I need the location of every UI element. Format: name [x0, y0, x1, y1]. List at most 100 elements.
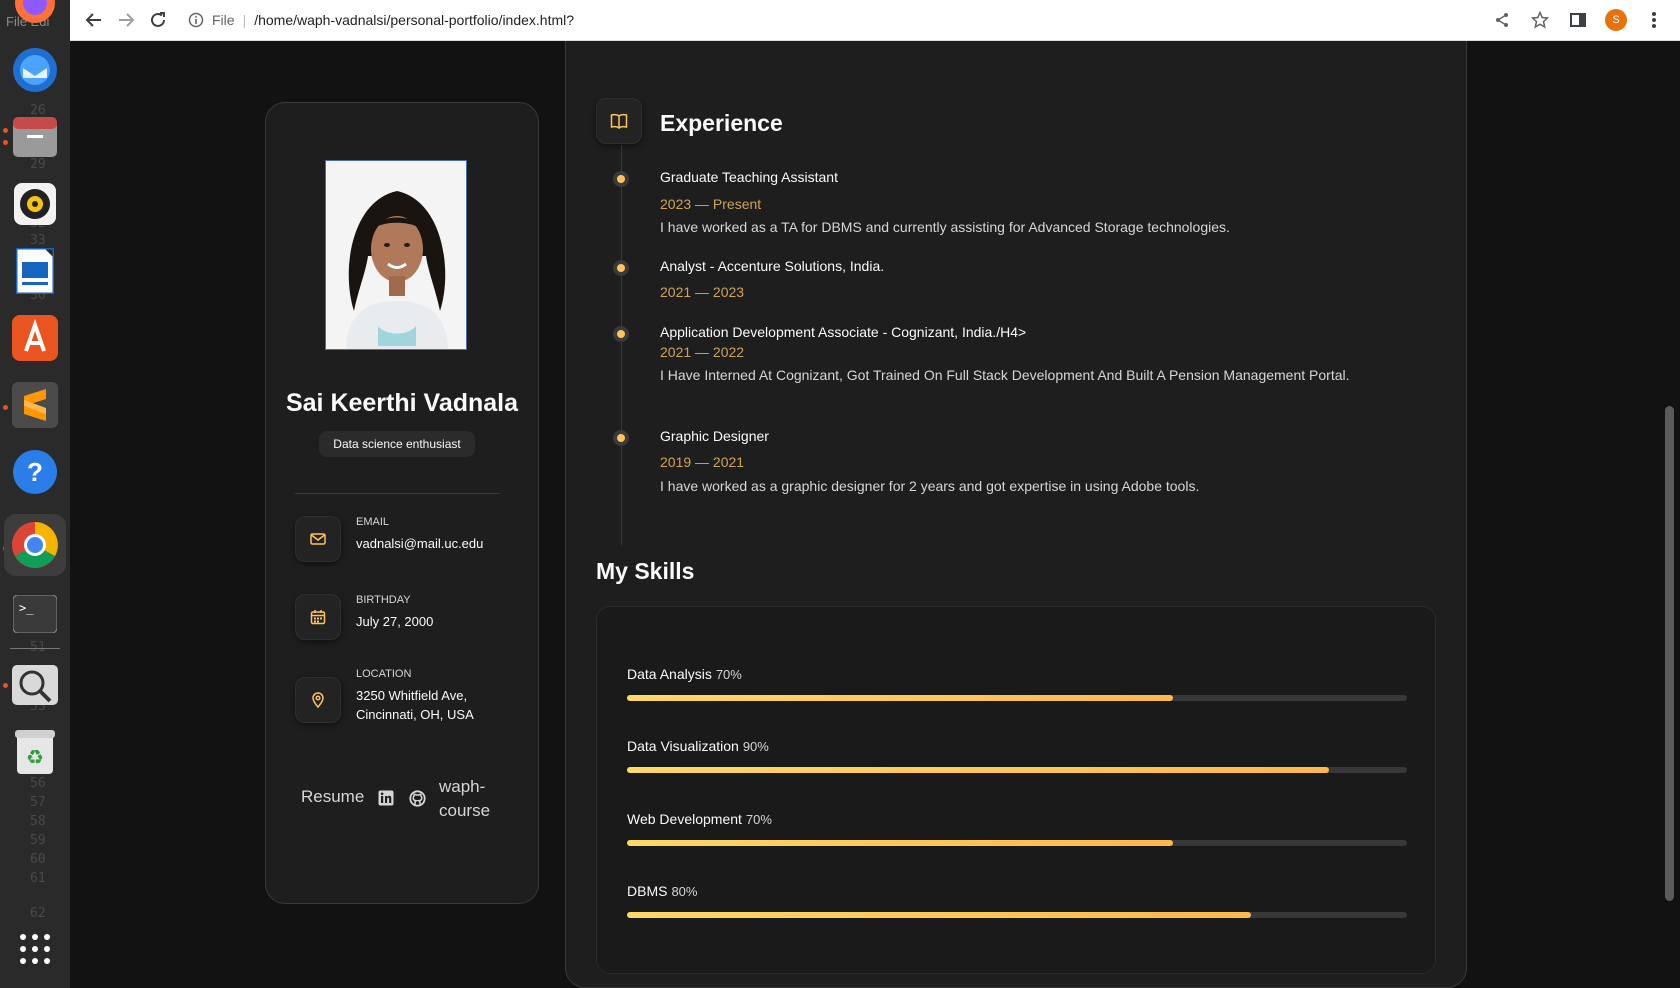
- calendar-icon: [310, 610, 326, 625]
- profile-avatar: S: [1605, 9, 1627, 31]
- skill-name: Web Development: [627, 811, 742, 827]
- skill-progress-fill: [627, 912, 1251, 918]
- rhythmbox-icon[interactable]: [10, 179, 60, 229]
- reload-button[interactable]: [142, 4, 174, 36]
- image-viewer-icon[interactable]: [10, 660, 60, 710]
- mail-icon: [310, 533, 326, 545]
- profile-sidebar: Sai Keerthi Vadnala Data science enthusi…: [265, 102, 539, 904]
- skill-name: DBMS: [627, 883, 668, 899]
- skill-name: Data Analysis: [627, 666, 712, 682]
- skill-progress-fill: [627, 695, 1173, 701]
- ghost-line-number: 59: [30, 833, 46, 848]
- timeline-role: Analyst - Accenture Solutions, India.: [660, 258, 885, 274]
- timeline-dates: 2021 — 2022: [660, 344, 745, 360]
- timeline-description: I have worked as a TA for DBMS and curre…: [660, 219, 1230, 235]
- help-icon[interactable]: ?: [10, 447, 60, 497]
- contact-icon-box: [295, 516, 341, 562]
- url-scheme-label: File: [212, 12, 235, 28]
- timeline-description: I have worked as a graphic designer for …: [660, 478, 1200, 494]
- contact-icon-box: [295, 594, 341, 640]
- chrome-icon[interactable]: [4, 514, 66, 576]
- info-icon[interactable]: [188, 12, 204, 28]
- skill-label: Data Analysis 70%: [627, 666, 742, 682]
- show-apps-icon[interactable]: [10, 924, 60, 974]
- menu-button[interactable]: [1638, 4, 1670, 36]
- book-icon: [610, 113, 628, 129]
- star-icon: [1531, 11, 1549, 29]
- timeline-dot: [617, 264, 625, 272]
- profile-button[interactable]: S: [1600, 4, 1632, 36]
- main-content: Experience Graduate Teaching Assistant 2…: [565, 41, 1467, 988]
- app-center-icon[interactable]: [10, 313, 60, 363]
- address-bar[interactable]: File | /home/waph-vadnalsi/personal-port…: [182, 4, 1422, 36]
- skill-percent: 70%: [715, 667, 742, 682]
- kebab-menu-icon: [1652, 12, 1656, 28]
- contact-label: Birthday: [356, 594, 411, 606]
- email-link[interactable]: vadnalsi@mail.uc.edu: [356, 534, 506, 553]
- github-icon[interactable]: [409, 790, 426, 812]
- experience-icon-box: [596, 98, 642, 144]
- firefox-icon[interactable]: [10, 0, 60, 28]
- thunderbird-icon[interactable]: [10, 45, 60, 95]
- browser-toolbar: File | /home/waph-vadnalsi/personal-port…: [70, 0, 1680, 41]
- back-button[interactable]: [78, 4, 110, 36]
- skill-percent: 70%: [745, 812, 772, 827]
- profile-title-badge: Data science enthusiast: [319, 431, 475, 457]
- share-icon: [1496, 13, 1508, 27]
- waph-course-link[interactable]: waph-course: [439, 775, 499, 823]
- forward-button[interactable]: [110, 4, 142, 36]
- skill-progress-fill: [627, 840, 1173, 846]
- skill-progress-track: [627, 767, 1407, 773]
- timeline-line: [621, 145, 622, 545]
- side-panel-icon: [1570, 13, 1586, 27]
- social-links: Resume waph-course: [301, 777, 521, 837]
- svg-text:>_: >_: [19, 601, 34, 615]
- timeline-dot: [617, 175, 625, 183]
- share-button[interactable]: [1486, 4, 1518, 36]
- ghost-line-number: 62: [30, 906, 46, 921]
- skill-label: DBMS 80%: [627, 883, 697, 899]
- timeline-dates: 2021 — 2023: [660, 284, 745, 300]
- skill-progress-track: [627, 840, 1407, 846]
- url-text[interactable]: /home/waph-vadnalsi/personal-portfolio/i…: [254, 12, 574, 28]
- url-separator: |: [242, 12, 247, 28]
- side-panel-button[interactable]: [1562, 4, 1594, 36]
- sublime-text-icon[interactable]: [10, 380, 60, 430]
- files-icon[interactable]: [10, 112, 60, 162]
- ghost-line-number: 60: [30, 852, 46, 867]
- location-value: 3250 Whitfield Ave, Cincinnati, OH, USA: [356, 688, 474, 722]
- trash-icon[interactable]: ♻: [10, 727, 60, 777]
- ghost-line-number: 57: [30, 795, 46, 810]
- timeline-dot: [617, 330, 625, 338]
- ghost-line-number: 61: [30, 871, 46, 886]
- timeline-role: Application Development Associate - Cogn…: [660, 324, 1027, 340]
- page-scrollbar[interactable]: [1665, 406, 1674, 901]
- terminal-icon[interactable]: >_: [10, 589, 60, 639]
- bookmark-button[interactable]: [1524, 4, 1556, 36]
- skill-name: Data Visualization: [627, 738, 739, 754]
- timeline-dates: 2023 — Present: [660, 196, 762, 212]
- experience-title: Experience: [660, 110, 783, 136]
- ghost-line-number: 58: [30, 814, 46, 829]
- contact-label: Location: [356, 668, 412, 680]
- timeline-dot: [617, 434, 625, 442]
- reload-icon: [151, 12, 165, 27]
- timeline-role: Graphic Designer: [660, 428, 769, 444]
- resume-link[interactable]: Resume: [301, 787, 364, 807]
- writer-icon[interactable]: [10, 246, 60, 296]
- ubuntu-dock: File Edi 26 29 32 33 36 39 42 46 51 53 5…: [0, 0, 70, 988]
- contact-label: Email: [356, 516, 390, 528]
- location-icon: [312, 692, 324, 708]
- ghost-line-number: 56: [30, 776, 46, 791]
- svg-text:?: ?: [27, 457, 43, 487]
- linkedin-icon[interactable]: [378, 790, 394, 811]
- timeline-dates: 2019 — 2021: [660, 454, 745, 470]
- skill-label: Web Development 70%: [627, 811, 772, 827]
- skill-percent: 80%: [671, 884, 698, 899]
- page-viewport: Sai Keerthi Vadnala Data science enthusi…: [70, 41, 1680, 988]
- timeline-description: I Have Interned At Cognizant, Got Traine…: [660, 367, 1350, 383]
- arrow-left-icon: [85, 13, 101, 27]
- profile-name: Sai Keerthi Vadnala: [285, 389, 519, 417]
- skills-title: My Skills: [596, 558, 695, 584]
- profile-photo: [325, 160, 467, 350]
